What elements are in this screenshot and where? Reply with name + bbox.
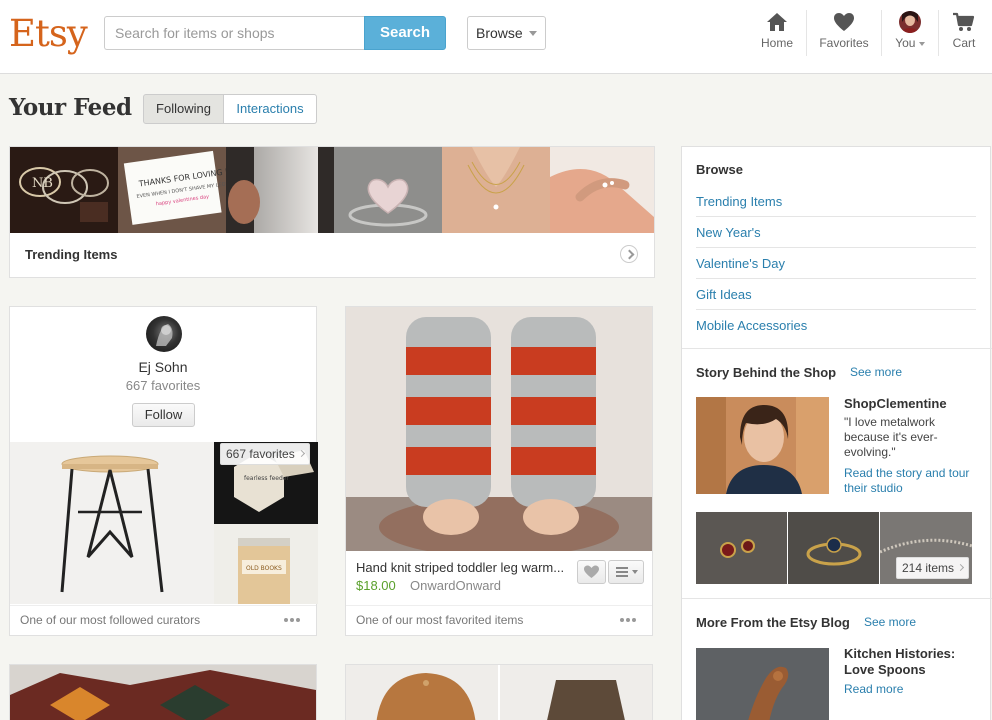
svg-text:NB: NB bbox=[32, 176, 53, 191]
chevron-right-icon bbox=[297, 449, 306, 458]
user-avatar-icon bbox=[899, 11, 921, 33]
home-icon bbox=[767, 13, 787, 31]
browse-dropdown[interactable]: Browse bbox=[467, 16, 546, 50]
chevron-down-icon bbox=[918, 41, 925, 46]
story-shop-name[interactable]: ShopClementine bbox=[844, 396, 947, 411]
etsy-logo[interactable]: Etsy bbox=[9, 12, 88, 55]
curator-name[interactable]: Ej Sohn bbox=[10, 359, 316, 375]
curator-image-stool[interactable] bbox=[10, 442, 214, 604]
shop-items-count-text: 214 items bbox=[902, 561, 955, 575]
cart-icon bbox=[953, 12, 975, 31]
chevron-down-icon bbox=[529, 31, 537, 36]
story-quote: "I love metalwork because it's ever-evol… bbox=[844, 415, 938, 459]
divider bbox=[696, 309, 976, 310]
search-button[interactable]: Search bbox=[364, 16, 446, 50]
nav-home-label: Home bbox=[760, 36, 793, 50]
curator-favorites-count: 667 favorites bbox=[125, 378, 201, 393]
sidebar-link-valentines[interactable]: Valentine's Day bbox=[696, 256, 785, 271]
shop-item-image-earrings[interactable] bbox=[696, 512, 787, 584]
browse-label: Browse bbox=[476, 25, 523, 41]
nav-favorites[interactable]: Favorites bbox=[815, 10, 873, 60]
feed-card-partial bbox=[345, 664, 653, 720]
feed-card-partial bbox=[9, 664, 317, 720]
nav-divider bbox=[806, 10, 807, 56]
sidebar-link-gift-ideas[interactable]: Gift Ideas bbox=[696, 287, 752, 302]
curator-image-candle[interactable]: OLD BOOKS bbox=[214, 524, 318, 604]
divider bbox=[682, 598, 992, 599]
favorites-count-text: 667 favorites bbox=[226, 447, 295, 461]
page-title: Your Feed bbox=[9, 94, 132, 121]
card-footer: One of our most favorited items bbox=[346, 605, 652, 635]
trending-image-heart-ring[interactable] bbox=[334, 147, 442, 233]
nav-you[interactable]: You bbox=[890, 10, 930, 60]
nav-favorites-label: Favorites bbox=[819, 36, 869, 50]
story-heading: Story Behind the Shop bbox=[696, 365, 837, 380]
sidebar-link-new-years[interactable]: New Year's bbox=[696, 225, 761, 240]
trending-image-card[interactable]: THANKS FOR LOVING ME EVEN WHEN I DON'T S… bbox=[118, 147, 226, 233]
chevron-right-icon[interactable] bbox=[620, 245, 638, 263]
heart-icon bbox=[834, 13, 854, 31]
trending-image-necklace[interactable] bbox=[442, 147, 550, 233]
candle-label: OLD BOOKS bbox=[246, 565, 282, 572]
card-footer-text: One of our most followed curators bbox=[20, 613, 201, 627]
story-read-link[interactable]: Read the story and tour their studio bbox=[844, 466, 979, 496]
nav-cart-label: Cart bbox=[952, 36, 976, 50]
leather-bag-image[interactable] bbox=[346, 665, 652, 720]
top-header: Etsy Search for items or shops Search Br… bbox=[0, 0, 992, 74]
divider bbox=[696, 247, 976, 248]
blog-heading: More From the Etsy Blog bbox=[696, 615, 850, 630]
tab-following[interactable]: Following bbox=[143, 94, 224, 124]
blog-read-more-link[interactable]: Read more bbox=[844, 682, 903, 696]
sidebar-link-trending[interactable]: Trending Items bbox=[696, 194, 782, 209]
heart-icon bbox=[584, 565, 599, 578]
nav-home[interactable]: Home bbox=[756, 10, 798, 60]
right-leg-warmer bbox=[511, 317, 596, 535]
favorites-count-badge[interactable]: 667 favorites bbox=[220, 443, 310, 465]
left-leg-warmer bbox=[406, 317, 491, 535]
follow-button[interactable]: Follow bbox=[132, 403, 195, 427]
search-input[interactable]: Search for items or shops bbox=[104, 16, 366, 50]
curator-avatar-image bbox=[156, 324, 173, 346]
browse-heading: Browse bbox=[696, 162, 743, 177]
card-footer: One of our most followed curators bbox=[10, 605, 316, 635]
nav-cart[interactable]: Cart bbox=[947, 10, 981, 60]
divider bbox=[696, 216, 976, 217]
nav-divider bbox=[881, 10, 882, 56]
chevron-right-icon bbox=[956, 563, 965, 572]
item-image-leg-warmers[interactable] bbox=[346, 307, 652, 551]
card-footer-text: One of our most favorited items bbox=[356, 613, 524, 627]
item-price: $18.00 bbox=[356, 578, 396, 593]
sidebar-link-mobile-accessories[interactable]: Mobile Accessories bbox=[696, 318, 807, 333]
tab-interactions[interactable]: Interactions bbox=[224, 94, 317, 124]
right-sidebar: Browse Trending Items New Year's Valenti… bbox=[681, 146, 992, 720]
shop-items-count-badge[interactable]: 214 items bbox=[896, 557, 969, 579]
more-options-icon[interactable] bbox=[284, 618, 302, 622]
nav-divider bbox=[938, 10, 939, 56]
shop-item-image-ring[interactable] bbox=[788, 512, 879, 584]
trending-items-label[interactable]: Trending Items bbox=[25, 247, 117, 262]
trending-image-mug[interactable] bbox=[226, 147, 334, 233]
blog-image-love-spoons[interactable] bbox=[696, 648, 829, 720]
curator-avatar[interactable] bbox=[146, 316, 182, 352]
pillow-image[interactable] bbox=[10, 665, 316, 720]
story-see-more-link[interactable]: See more bbox=[850, 365, 902, 379]
nav-you-label: You bbox=[895, 36, 916, 50]
feeder-label: fearless feeder bbox=[244, 475, 289, 482]
divider bbox=[682, 348, 992, 349]
item-title[interactable]: Hand knit striped toddler leg warm... bbox=[356, 560, 571, 575]
blog-post-title[interactable]: Kitchen Histories: Love Spoons bbox=[844, 646, 974, 678]
trending-image-ring-hand[interactable] bbox=[550, 147, 654, 233]
trending-items-card[interactable]: NB THANKS FOR LOVING ME EVEN WHEN I DON'… bbox=[9, 146, 655, 278]
more-options-icon[interactable] bbox=[620, 618, 638, 622]
add-to-list-button[interactable] bbox=[608, 560, 644, 584]
divider bbox=[696, 278, 976, 279]
curator-card: Ej Sohn 667 favorites Follow fearless fe… bbox=[9, 306, 318, 636]
favorite-button[interactable] bbox=[577, 560, 606, 584]
trending-image-bracelets[interactable]: NB bbox=[10, 147, 118, 233]
list-icon bbox=[616, 567, 638, 577]
blog-see-more-link[interactable]: See more bbox=[864, 615, 916, 629]
shop-owner-photo[interactable] bbox=[696, 397, 829, 494]
item-shop-name[interactable]: OnwardOnward bbox=[410, 578, 501, 593]
item-card: Hand knit striped toddler leg warm... $1… bbox=[345, 306, 653, 636]
